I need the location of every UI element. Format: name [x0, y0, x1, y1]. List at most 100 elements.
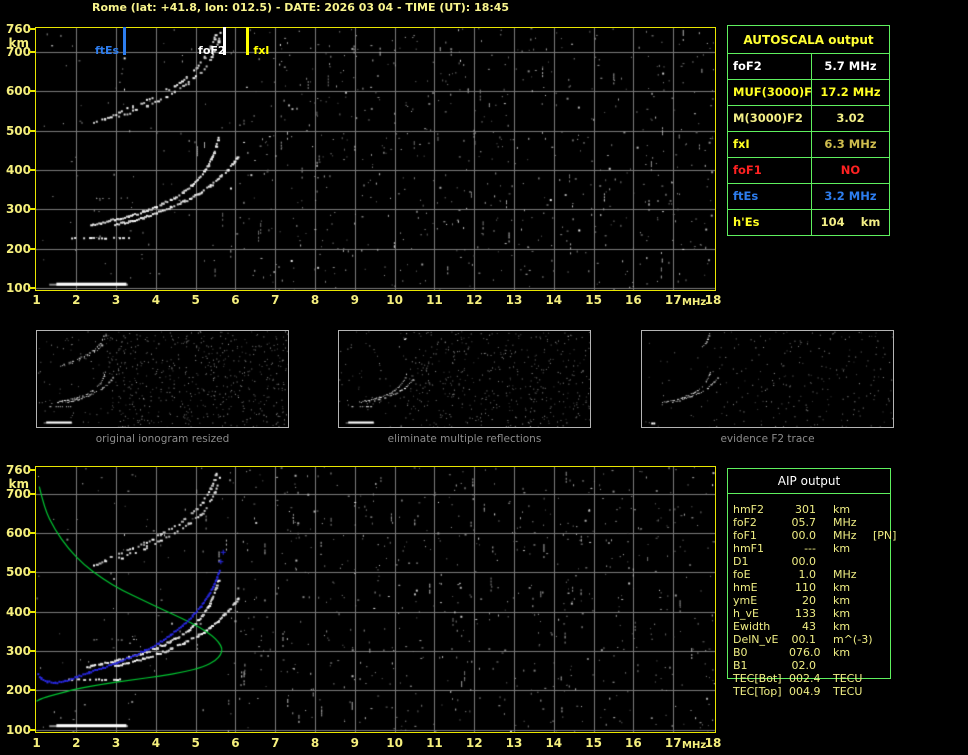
y-axis-label: 400	[5, 163, 31, 178]
panel-evidence-f2-canvas	[641, 330, 894, 428]
x-axis-label: 8	[310, 736, 320, 750]
aip-param-name: B1	[733, 659, 748, 672]
aip-param-name: DelN_vE	[733, 633, 779, 646]
autoscala-row-muf3000f2: MUF(3000)F2 17.2 MHz	[728, 80, 889, 106]
aip-param-unit: km	[833, 646, 851, 659]
y-axis-label: 500	[5, 565, 31, 580]
x-axis-label: 16	[625, 293, 642, 307]
y-axis-tick	[29, 469, 35, 471]
marker-line-fxi	[246, 27, 249, 55]
panel-original-ionogram-canvas	[36, 330, 289, 428]
x-axis-label: 7	[271, 736, 280, 750]
autoscala-output-table: AUTOSCALA output foF2 5.7 MHz MUF(3000)F2 1…	[727, 25, 890, 236]
autoscala-table-title: AUTOSCALA output	[728, 26, 889, 54]
y-axis-tick	[29, 531, 35, 534]
autoscala-row-label: MUF(3000)F2	[728, 80, 812, 105]
y-axis-label: 200	[5, 241, 31, 256]
aip-param-unit: km	[833, 620, 851, 633]
aip-param-value: 20	[802, 594, 816, 607]
aip-row-hve: h_vE 133 km	[727, 607, 927, 620]
aip-param-value: 076.0	[789, 646, 821, 659]
aip-param-value: 00.0	[791, 529, 817, 542]
panel-evidence-caption: evidence F2 trace	[720, 433, 815, 445]
aip-row-tectop: TEC[Top] 004.9 TECU	[727, 685, 927, 698]
x-axis-label: 14	[545, 293, 563, 307]
aip-table-title: AIP output	[777, 474, 841, 488]
aip-output-table: hmF2 301 km foF2 05.7 MHz foF1 00.0 MHz [PN] hmF1 -…	[727, 503, 927, 698]
x-axis-label: 7	[271, 293, 280, 307]
y-axis-label: 760	[5, 463, 31, 477]
x-axis-label: 1	[32, 293, 41, 307]
y-axis-unit-label: km	[8, 477, 29, 491]
aip-param-value: 43	[802, 620, 816, 633]
aip-param-name: foF2	[733, 516, 757, 529]
autoscala-row-fxi: fxI 6.3 MHz	[728, 132, 889, 158]
autoscala-row-fof2: foF2 5.7 MHz	[728, 54, 889, 80]
x-axis-label: 3	[111, 736, 121, 750]
y-axis-tick	[29, 728, 35, 731]
y-axis-label: 600	[5, 525, 31, 540]
x-axis-label: 11	[426, 736, 443, 750]
x-axis-label: 17	[664, 736, 682, 750]
panel-eliminate-reflections-canvas	[338, 330, 591, 428]
x-axis-label: 4	[151, 293, 161, 307]
aip-param-value: 301	[795, 503, 816, 516]
x-axis-label: 12	[465, 293, 483, 307]
aip-param-value: 110	[795, 581, 816, 594]
aip-row-yme: ymE 20 km	[727, 594, 927, 607]
y-axis-label: 400	[5, 604, 31, 619]
aip-param-unit: km	[833, 607, 851, 620]
aip-row-fof2: foF2 05.7 MHz	[727, 516, 927, 529]
marker-label-ftes: ftEs	[94, 44, 120, 57]
aip-param-name: Ewidth	[733, 620, 771, 633]
y-axis-label: 300	[5, 202, 31, 217]
x-axis-label: 16	[625, 736, 642, 750]
page-title: Rome (lat: +41.8, lon: 012.5) - DATE: 20…	[92, 1, 510, 14]
autoscala-row-label: foF2	[728, 54, 812, 79]
aip-row-hme: hmE 110 km	[727, 581, 927, 594]
aip-param-name: hmF1	[733, 542, 765, 555]
x-axis-label: 6	[231, 736, 240, 750]
autoscala-row-value: 3.02	[836, 111, 865, 125]
y-axis-tick	[29, 129, 35, 132]
y-axis-tick	[29, 492, 35, 495]
x-axis-label: 2	[72, 736, 81, 750]
y-axis-label: 300	[5, 643, 31, 658]
aip-param-value: 133	[795, 607, 816, 620]
aip-header-divider	[727, 493, 891, 494]
autoscala-row-fof1: foF1 NO	[728, 158, 889, 184]
aip-row-hmf1: hmF1 --- km	[727, 542, 927, 555]
aip-param-name: TEC[Top]	[733, 685, 782, 698]
aip-param-name: D1	[733, 555, 749, 568]
aip-param-name: B0	[733, 646, 748, 659]
aip-param-unit: MHz	[833, 516, 857, 529]
x-axis-label: 13	[505, 736, 523, 750]
aip-param-name: h_vE	[733, 607, 759, 620]
aip-param-value: 002.4	[789, 672, 821, 685]
aip-param-name: foF1	[733, 529, 757, 542]
panel-eliminate-caption: eliminate multiple reflections	[387, 433, 542, 445]
autoscala-row-label: M(3000)F2	[728, 106, 812, 131]
aip-param-unit	[833, 555, 871, 568]
autoscala-row-label: fxI	[728, 132, 812, 157]
aip-row-tecbot: TEC[Bot] 002.4 TECU	[727, 672, 927, 685]
aip-param-name: ymE	[733, 594, 758, 607]
y-axis-label: 200	[5, 683, 31, 698]
aip-param-unit: km	[833, 542, 851, 555]
autoscala-row-label: h'Es	[728, 210, 812, 235]
y-axis-tick	[29, 169, 35, 172]
autoscala-row-value: 104 km	[820, 215, 881, 229]
aip-param-unit: TECU	[833, 672, 863, 685]
x-axis-label: 17	[664, 293, 682, 307]
x-axis-label: 10	[386, 293, 403, 307]
aip-row-b1: B1 02.0	[727, 659, 927, 672]
top-ionogram-canvas	[35, 27, 716, 291]
aip-row-b0: B0 076.0 km	[727, 646, 927, 659]
aip-param-unit: TECU	[833, 685, 863, 698]
aip-param-value: 02.0	[791, 659, 817, 672]
panel-original-caption: original ionogram resized	[95, 433, 230, 445]
aip-param-note: [PN]	[873, 529, 897, 542]
autoscala-window: Rome (lat: +41.8, lon: 012.5) - DATE: 20…	[0, 0, 968, 755]
y-axis-tick	[29, 287, 35, 289]
x-axis-label: 13	[505, 293, 523, 307]
